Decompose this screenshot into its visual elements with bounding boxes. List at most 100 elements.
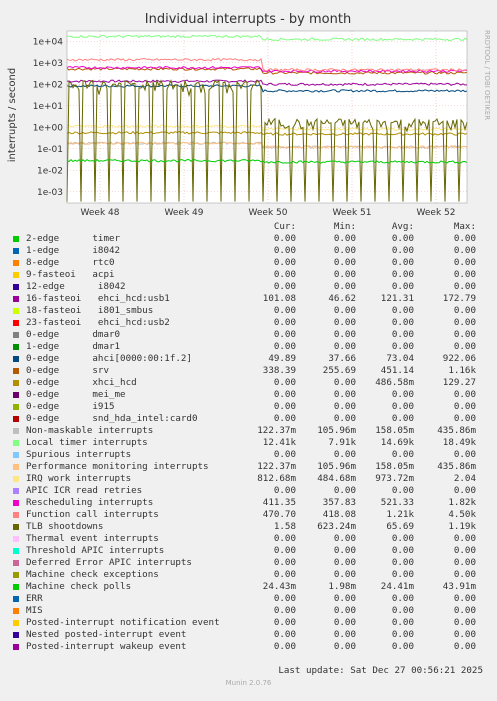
- legend-row: 1-edge i8042 0.00 0.00 0.00 0.00: [0, 245, 497, 257]
- legend-swatch: [13, 236, 19, 242]
- value-min: 37.66: [328, 353, 356, 364]
- legend-row: 0-edge ahci[0000:00:1f.2] 49.89 37.66 73.04…: [0, 353, 497, 365]
- value-max: 0.00: [453, 305, 476, 316]
- series-name: 1-edge dmar1: [26, 341, 121, 352]
- value-cur: 411.35: [262, 497, 296, 508]
- value-cur: 0.00: [273, 341, 296, 352]
- series-name: 0-edge dmar0: [26, 329, 121, 340]
- value-max: 435.86m: [437, 461, 476, 472]
- value-cur: 0.00: [273, 317, 296, 328]
- legend-table: Cur: Min: Avg: Max: 2-edge timer 0.00 0.00…: [0, 221, 497, 687]
- legend-row: Machine check exceptions 0.00 0.00 0.00 0.00: [0, 569, 497, 581]
- value-max: 1.19k: [448, 521, 476, 532]
- value-avg: 0.00: [391, 269, 414, 280]
- legend-row: Nested posted-interrupt event 0.00 0.00 0.0…: [0, 629, 497, 641]
- value-min: 0.00: [333, 449, 356, 460]
- value-max: 0.00: [453, 545, 476, 556]
- y-tick-label: 1e+00: [33, 123, 64, 133]
- series-name: Spurious interrupts: [26, 449, 132, 460]
- x-tick-label: Week 49: [165, 208, 204, 218]
- value-max: 129.27: [442, 377, 476, 388]
- value-cur: 470.70: [262, 509, 296, 520]
- legend-row: 1-edge dmar1 0.00 0.00 0.00 0.00: [0, 341, 497, 353]
- value-cur: 0.00: [273, 629, 296, 640]
- value-cur: 0.00: [273, 485, 296, 496]
- legend-swatch: [13, 272, 19, 278]
- value-max: 0.00: [453, 257, 476, 268]
- value-max: 172.79: [442, 293, 476, 304]
- series-name: 0-edge ahci[0000:00:1f.2]: [26, 353, 192, 364]
- value-max: 1.16k: [448, 365, 476, 376]
- value-cur: 0.00: [273, 245, 296, 256]
- legend-row: 0-edge mei_me 0.00 0.00 0.00 0.00: [0, 389, 497, 401]
- y-tick-label: 1e+01: [33, 102, 63, 112]
- value-min: 0.00: [333, 533, 356, 544]
- value-max: 0.00: [453, 281, 476, 292]
- series-name: 23-fasteoi ehci_hcd:usb2: [26, 317, 170, 328]
- legend-swatch: [13, 260, 19, 266]
- series-name: Machine check polls: [26, 581, 132, 592]
- value-avg: 0.00: [391, 569, 414, 580]
- value-max: 0.00: [453, 617, 476, 628]
- value-min: 0.00: [333, 233, 356, 244]
- value-min: 0.00: [333, 317, 356, 328]
- value-min: 418.08: [322, 509, 356, 520]
- value-min: 0.00: [333, 341, 356, 352]
- value-avg: 0.00: [391, 317, 414, 328]
- legend-swatch: [13, 572, 19, 578]
- value-avg: 14.69k: [380, 437, 414, 448]
- legend-row: Performance monitoring interrupts 122.37m…: [0, 461, 497, 473]
- value-cur: 0.00: [273, 413, 296, 424]
- value-min: 623.24m: [317, 521, 356, 532]
- value-cur: 0.00: [273, 449, 296, 460]
- value-min: 0.00: [333, 389, 356, 400]
- value-min: 357.83: [322, 497, 356, 508]
- value-cur: 0.00: [273, 557, 296, 568]
- legend-row: Thermal event interrupts 0.00 0.00 0.00 0.00: [0, 533, 497, 545]
- value-min: 0.00: [333, 413, 356, 424]
- value-avg: 0.00: [391, 233, 414, 244]
- series-name: Posted-interrupt notification event: [26, 617, 220, 628]
- col-max: Max:: [453, 221, 476, 232]
- value-max: 0.00: [453, 317, 476, 328]
- legend-row: Spurious interrupts 0.00 0.00 0.00 0.00: [0, 449, 497, 461]
- value-min: 0.00: [333, 617, 356, 628]
- value-max: 2.04: [453, 473, 476, 484]
- series-name: 0-edge srv: [26, 365, 109, 376]
- legend-swatch: [13, 524, 19, 530]
- legend-swatch: [13, 548, 19, 554]
- value-avg: 0.00: [391, 401, 414, 412]
- x-tick-label: Week 48: [81, 208, 120, 218]
- legend-row: ERR 0.00 0.00 0.00 0.00: [0, 593, 497, 605]
- series-name: TLB shootdowns: [26, 521, 104, 532]
- value-max: 0.00: [453, 341, 476, 352]
- value-min: 105.96m: [317, 461, 356, 472]
- value-min: 0.00: [333, 281, 356, 292]
- y-tick-label: 1e-03: [37, 188, 63, 198]
- legend-row: IRQ work interrupts 812.68m 484.68m 973.72m…: [0, 473, 497, 485]
- series-name: Deferred Error APIC interrupts: [26, 557, 192, 568]
- legend-swatch: [13, 488, 19, 494]
- value-cur: 0.00: [273, 329, 296, 340]
- value-min: 0.00: [333, 305, 356, 316]
- legend-swatch: [13, 284, 19, 290]
- series-name: Threshold APIC interrupts: [26, 545, 165, 556]
- legend-swatch: [13, 380, 19, 386]
- value-cur: 0.00: [273, 569, 296, 580]
- value-avg: 0.00: [391, 641, 414, 652]
- y-axis-label: interrupts / second: [7, 68, 18, 162]
- value-max: 0.00: [453, 569, 476, 580]
- value-max: 1.82k: [448, 497, 476, 508]
- value-avg: 486.58m: [375, 377, 414, 388]
- value-cur: 0.00: [273, 533, 296, 544]
- value-min: 7.91k: [328, 437, 356, 448]
- value-cur: 338.39: [262, 365, 296, 376]
- value-avg: 121.31: [380, 293, 414, 304]
- x-tick-labels: Week 48 Week 49 Week 50 Week 51 Week 52: [81, 208, 456, 218]
- legend-swatch: [13, 368, 19, 374]
- x-tick-label: Week 50: [249, 208, 288, 218]
- value-avg: 0.00: [391, 533, 414, 544]
- last-update-row: Last update: Sat Dec 27 00:56:21 2025: [0, 653, 497, 676]
- value-avg: 0.00: [391, 449, 414, 460]
- series-name: APIC ICR read retries: [26, 485, 143, 496]
